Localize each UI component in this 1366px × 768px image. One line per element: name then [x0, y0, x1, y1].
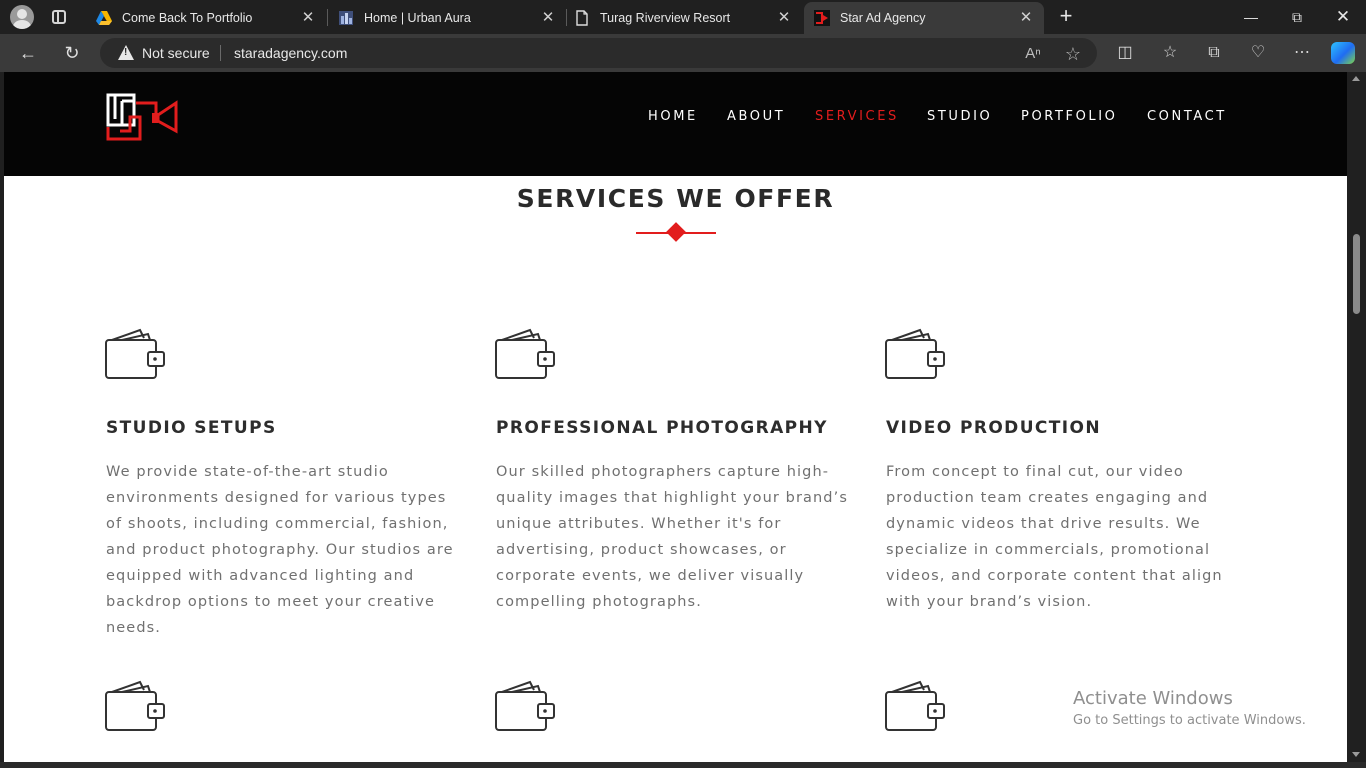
close-tab-icon[interactable]: ✕	[776, 9, 792, 26]
scroll-down-icon[interactable]	[1352, 752, 1360, 757]
wallet-icon	[495, 328, 555, 379]
security-label[interactable]: Not secure	[142, 45, 210, 61]
address-bar[interactable]: Not secure staradagency.com Aⁿ ☆	[100, 38, 1097, 68]
nav-contact[interactable]: CONTACT	[1147, 109, 1227, 125]
close-window-icon[interactable]: ✕	[1320, 0, 1366, 34]
favorite-star-icon[interactable]: ☆	[1063, 44, 1083, 64]
profile-avatar-icon[interactable]	[10, 5, 34, 29]
site-header: HOME ABOUT SERVICES STUDIO PORTFOLIO CON…	[4, 72, 1347, 176]
warning-icon[interactable]	[118, 45, 134, 60]
star-ad-icon	[814, 10, 830, 26]
service-title: STUDIO SETUPS	[106, 418, 277, 438]
restore-icon[interactable]: ⧉	[1274, 0, 1320, 34]
page-viewport: HOME ABOUT SERVICES STUDIO PORTFOLIO CON…	[4, 72, 1347, 762]
new-tab-icon[interactable]: +	[1055, 5, 1077, 28]
watermark-title: Activate Windows	[1073, 688, 1233, 709]
service-description: We provide state-of-the-art studio envir…	[106, 464, 454, 636]
more-options-icon[interactable]: ⋯	[1290, 42, 1314, 64]
omnibox-separator	[220, 45, 221, 61]
watermark-subtitle: Go to Settings to activate Windows.	[1073, 713, 1306, 728]
section-title: SERVICES WE OFFER	[516, 184, 835, 213]
browser-toolbar: ← ↻ Not secure staradagency.com Aⁿ ☆ ◫ ☆…	[0, 34, 1366, 72]
nav-home[interactable]: HOME	[648, 109, 698, 125]
tab-title: Come Back To Portfolio	[122, 10, 253, 25]
wallet-icon	[105, 328, 165, 379]
browser-essentials-icon[interactable]: ♡	[1246, 42, 1270, 64]
collections-icon[interactable]: ⧉	[1202, 42, 1226, 64]
nav-about[interactable]: ABOUT	[727, 109, 785, 125]
tab-title: Star Ad Agency	[840, 11, 926, 25]
page-scrollbar[interactable]	[1347, 72, 1366, 762]
scroll-up-icon[interactable]	[1352, 76, 1360, 81]
tab-title: Turag Riverview Resort	[600, 10, 731, 25]
nav-services[interactable]: SERVICES	[815, 109, 899, 125]
service-description: From concept to final cut, our video pro…	[886, 464, 1223, 610]
activate-windows-watermark: Activate Windows Go to Settings to activ…	[1073, 688, 1306, 728]
refresh-icon[interactable]: ↻	[60, 42, 84, 64]
nav-studio[interactable]: STUDIO	[927, 109, 992, 125]
tab-actions-icon[interactable]	[50, 8, 68, 26]
favorites-icon[interactable]: ☆	[1158, 42, 1182, 64]
divider-diamond-icon	[666, 222, 686, 242]
browser-tab[interactable]: Turag Riverview Resort ✕	[564, 2, 802, 33]
service-title: VIDEO PRODUCTION	[886, 418, 1101, 438]
wallet-icon	[105, 680, 165, 731]
close-tab-icon[interactable]: ✕	[1018, 10, 1034, 26]
nav-portfolio[interactable]: PORTFOLIO	[1021, 109, 1118, 125]
close-tab-icon[interactable]: ✕	[540, 9, 556, 26]
copilot-icon[interactable]	[1331, 42, 1355, 64]
read-aloud-icon[interactable]: Aⁿ	[1023, 44, 1043, 64]
service-description: Our skilled photographers capture high-q…	[496, 464, 848, 610]
browser-tab[interactable]: Come Back To Portfolio ✕	[86, 2, 326, 33]
wallet-icon	[495, 680, 555, 731]
page-icon	[574, 9, 590, 26]
service-title: PROFESSIONAL PHOTOGRAPHY	[496, 418, 828, 438]
close-tab-icon[interactable]: ✕	[300, 9, 316, 26]
wallet-icon	[885, 680, 945, 731]
wallet-icon	[885, 328, 945, 379]
browser-tab-active[interactable]: Star Ad Agency ✕	[804, 2, 1044, 34]
split-screen-icon[interactable]: ◫	[1113, 42, 1137, 64]
minimize-icon[interactable]: —	[1228, 0, 1274, 34]
window-bottom-edge	[0, 762, 1366, 768]
browser-tab-strip: Come Back To Portfolio ✕ Home | Urban Au…	[0, 0, 1366, 34]
browser-tab[interactable]: Home | Urban Aura ✕	[328, 2, 566, 33]
site-logo[interactable]	[106, 93, 180, 141]
scroll-thumb[interactable]	[1353, 234, 1360, 314]
site-icon	[338, 10, 354, 26]
back-icon[interactable]: ←	[16, 42, 40, 64]
url-text[interactable]: staradagency.com	[234, 45, 347, 61]
drive-icon	[96, 10, 112, 26]
tab-title: Home | Urban Aura	[364, 10, 471, 25]
